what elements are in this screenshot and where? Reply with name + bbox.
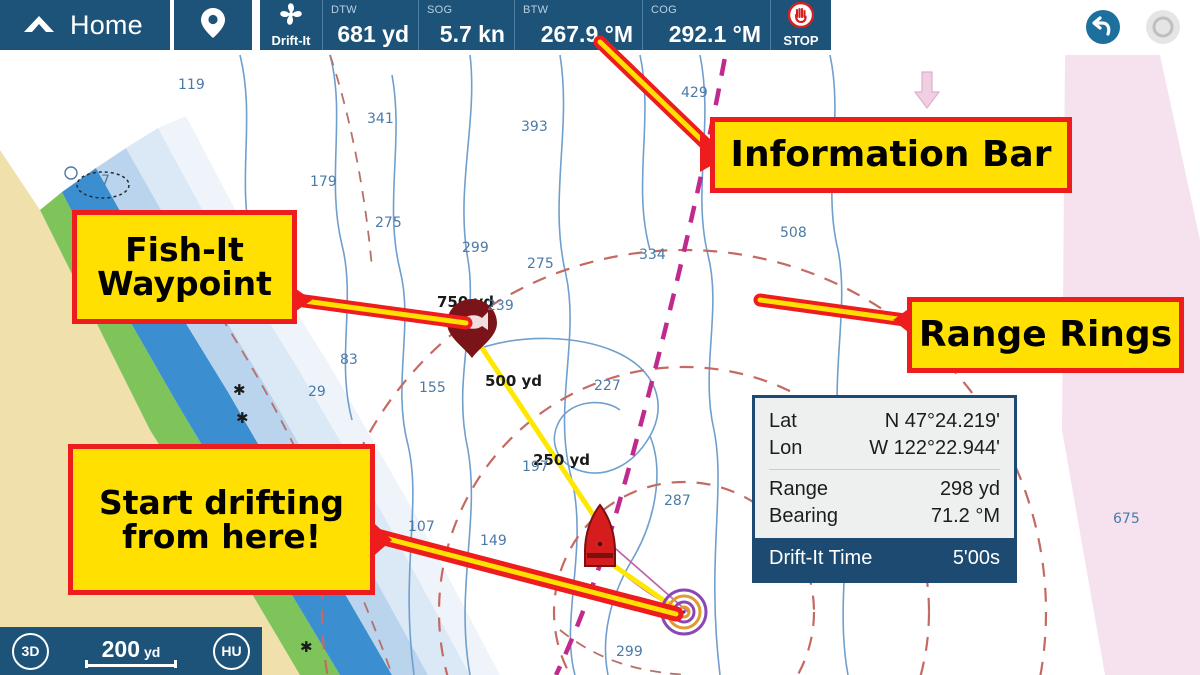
depth-sounding: 287 (664, 493, 691, 509)
drift-time-value: 5'00s (952, 547, 1000, 569)
annotation-range-rings: Range Rings (907, 297, 1184, 373)
row-range: Range 298 yd (769, 476, 1000, 503)
field-sog-caption: SOG (427, 4, 453, 16)
annotation-information-bar: Information Bar (710, 117, 1072, 193)
field-cog-caption: COG (651, 4, 677, 16)
depth-sounding: 107 (408, 519, 435, 535)
chartplotter-screen: ✱ ✱ ✱ 750 500 yd 250 yd 119 341 393 429 … (0, 0, 1200, 675)
depth-sounding: 429 (681, 85, 708, 101)
row-bearing: Bearing 71.2 °M (769, 503, 1000, 530)
drift-it-time-row: Drift-It Time 5'00s (755, 538, 1014, 580)
panel-divider (769, 469, 1000, 470)
refresh-circle-icon[interactable] (1144, 8, 1182, 51)
top-toolbar: Home Drift-It DTW 681 yd SOG 5.7 kn BTW … (0, 0, 831, 50)
scale-value: 200 (101, 635, 141, 662)
information-bar: Drift-It DTW 681 yd SOG 5.7 kn BTW 267.9… (260, 0, 831, 50)
scale-unit: yd (144, 643, 161, 660)
drift-time-label: Drift-It Time (769, 547, 873, 569)
field-cog[interactable]: COG 292.1 °M (643, 0, 771, 50)
annotation-fish-it-waypoint: Fish-It Waypoint (72, 210, 297, 324)
depth-sounding: 227 (594, 378, 621, 394)
home-label: Home (70, 9, 143, 40)
field-dtw-caption: DTW (331, 4, 357, 16)
field-btw[interactable]: BTW 267.9 °M (515, 0, 643, 50)
lon-label: Lon (769, 437, 803, 459)
scale-bar: 200 yd (85, 635, 177, 668)
depth-sounding: 83 (340, 352, 358, 368)
field-cog-value: 292.1 °M (668, 21, 761, 47)
field-btw-caption: BTW (523, 4, 549, 16)
house-icon (22, 11, 56, 40)
annotation-range-rings-text: Range Rings (918, 313, 1173, 355)
depth-sounding: 275 (527, 256, 554, 272)
stop-label: STOP (783, 33, 819, 48)
annotation-start-drifting: Start drifting from here! (68, 444, 375, 595)
orientation-label: HU (221, 643, 242, 659)
depth-sounding: 299 (462, 240, 489, 256)
lat-label: Lat (769, 410, 797, 432)
drift-it-label: Drift-It (271, 32, 311, 48)
row-lon: Lon W 122°22.944' (769, 435, 1000, 462)
field-dtw-value: 681 yd (337, 21, 409, 47)
row-lat: Lat N 47°24.219' (769, 408, 1000, 435)
drift-it-button[interactable]: Drift-It (260, 0, 323, 50)
depth-sounding: 334 (639, 247, 666, 263)
lon-value: W 122°22.944' (869, 437, 1000, 459)
depth-sounding: 508 (780, 225, 807, 241)
range-value: 298 yd (939, 478, 1000, 500)
propeller-icon (277, 2, 305, 32)
depth-sounding: 119 (178, 77, 205, 93)
target-data-panel[interactable]: Lat N 47°24.219' Lon W 122°22.944' Range… (752, 395, 1017, 583)
field-sog-value: 5.7 kn (439, 21, 505, 47)
field-dtw[interactable]: DTW 681 yd (323, 0, 419, 50)
stop-button[interactable]: STOP (771, 0, 831, 50)
bearing-label: Bearing (769, 505, 838, 527)
stop-hand-icon (787, 1, 815, 33)
view-3d-button[interactable]: 3D (12, 632, 49, 670)
field-sog[interactable]: SOG 5.7 kn (419, 0, 515, 50)
depth-sounding: 675 (1113, 511, 1140, 527)
depth-sounding: 29 (308, 384, 326, 400)
depth-sounding: 393 (521, 119, 548, 135)
range-label: Range (769, 478, 828, 500)
home-button[interactable]: Home (0, 0, 170, 50)
view-3d-label: 3D (21, 643, 40, 659)
depth-sounding: 179 (310, 174, 337, 190)
waypoint-button[interactable] (174, 0, 252, 50)
depth-sounding: 299 (616, 644, 643, 660)
top-right-controls (1084, 8, 1182, 51)
depth-sounding: 275 (375, 215, 402, 231)
depth-sounding: 239 (487, 298, 514, 314)
undo-arrow-icon[interactable] (1084, 8, 1122, 51)
depth-sounding: 7 (101, 173, 110, 189)
depth-sounding: 341 (367, 111, 394, 127)
data-panel-body: Lat N 47°24.219' Lon W 122°22.944' Range… (755, 398, 1014, 538)
depth-sounding: 197 (522, 459, 549, 475)
bearing-value: 71.2 °M (930, 505, 1000, 527)
depth-sounding: 149 (480, 533, 507, 549)
map-pin-icon (200, 7, 226, 44)
annotation-information-bar-text: Information Bar (730, 133, 1052, 175)
field-btw-value: 267.9 °M (540, 21, 633, 47)
depth-sounding: 155 (419, 380, 446, 396)
scale-ruler (85, 659, 177, 668)
lat-value: N 47°24.219' (884, 410, 1000, 432)
bottom-toolbar: 3D 200 yd HU (0, 627, 262, 675)
orientation-button[interactable]: HU (213, 632, 250, 670)
annotation-fish-it-waypoint-text: Fish-It Waypoint (97, 230, 272, 303)
annotation-start-drifting-text: Start drifting from here! (98, 482, 345, 556)
